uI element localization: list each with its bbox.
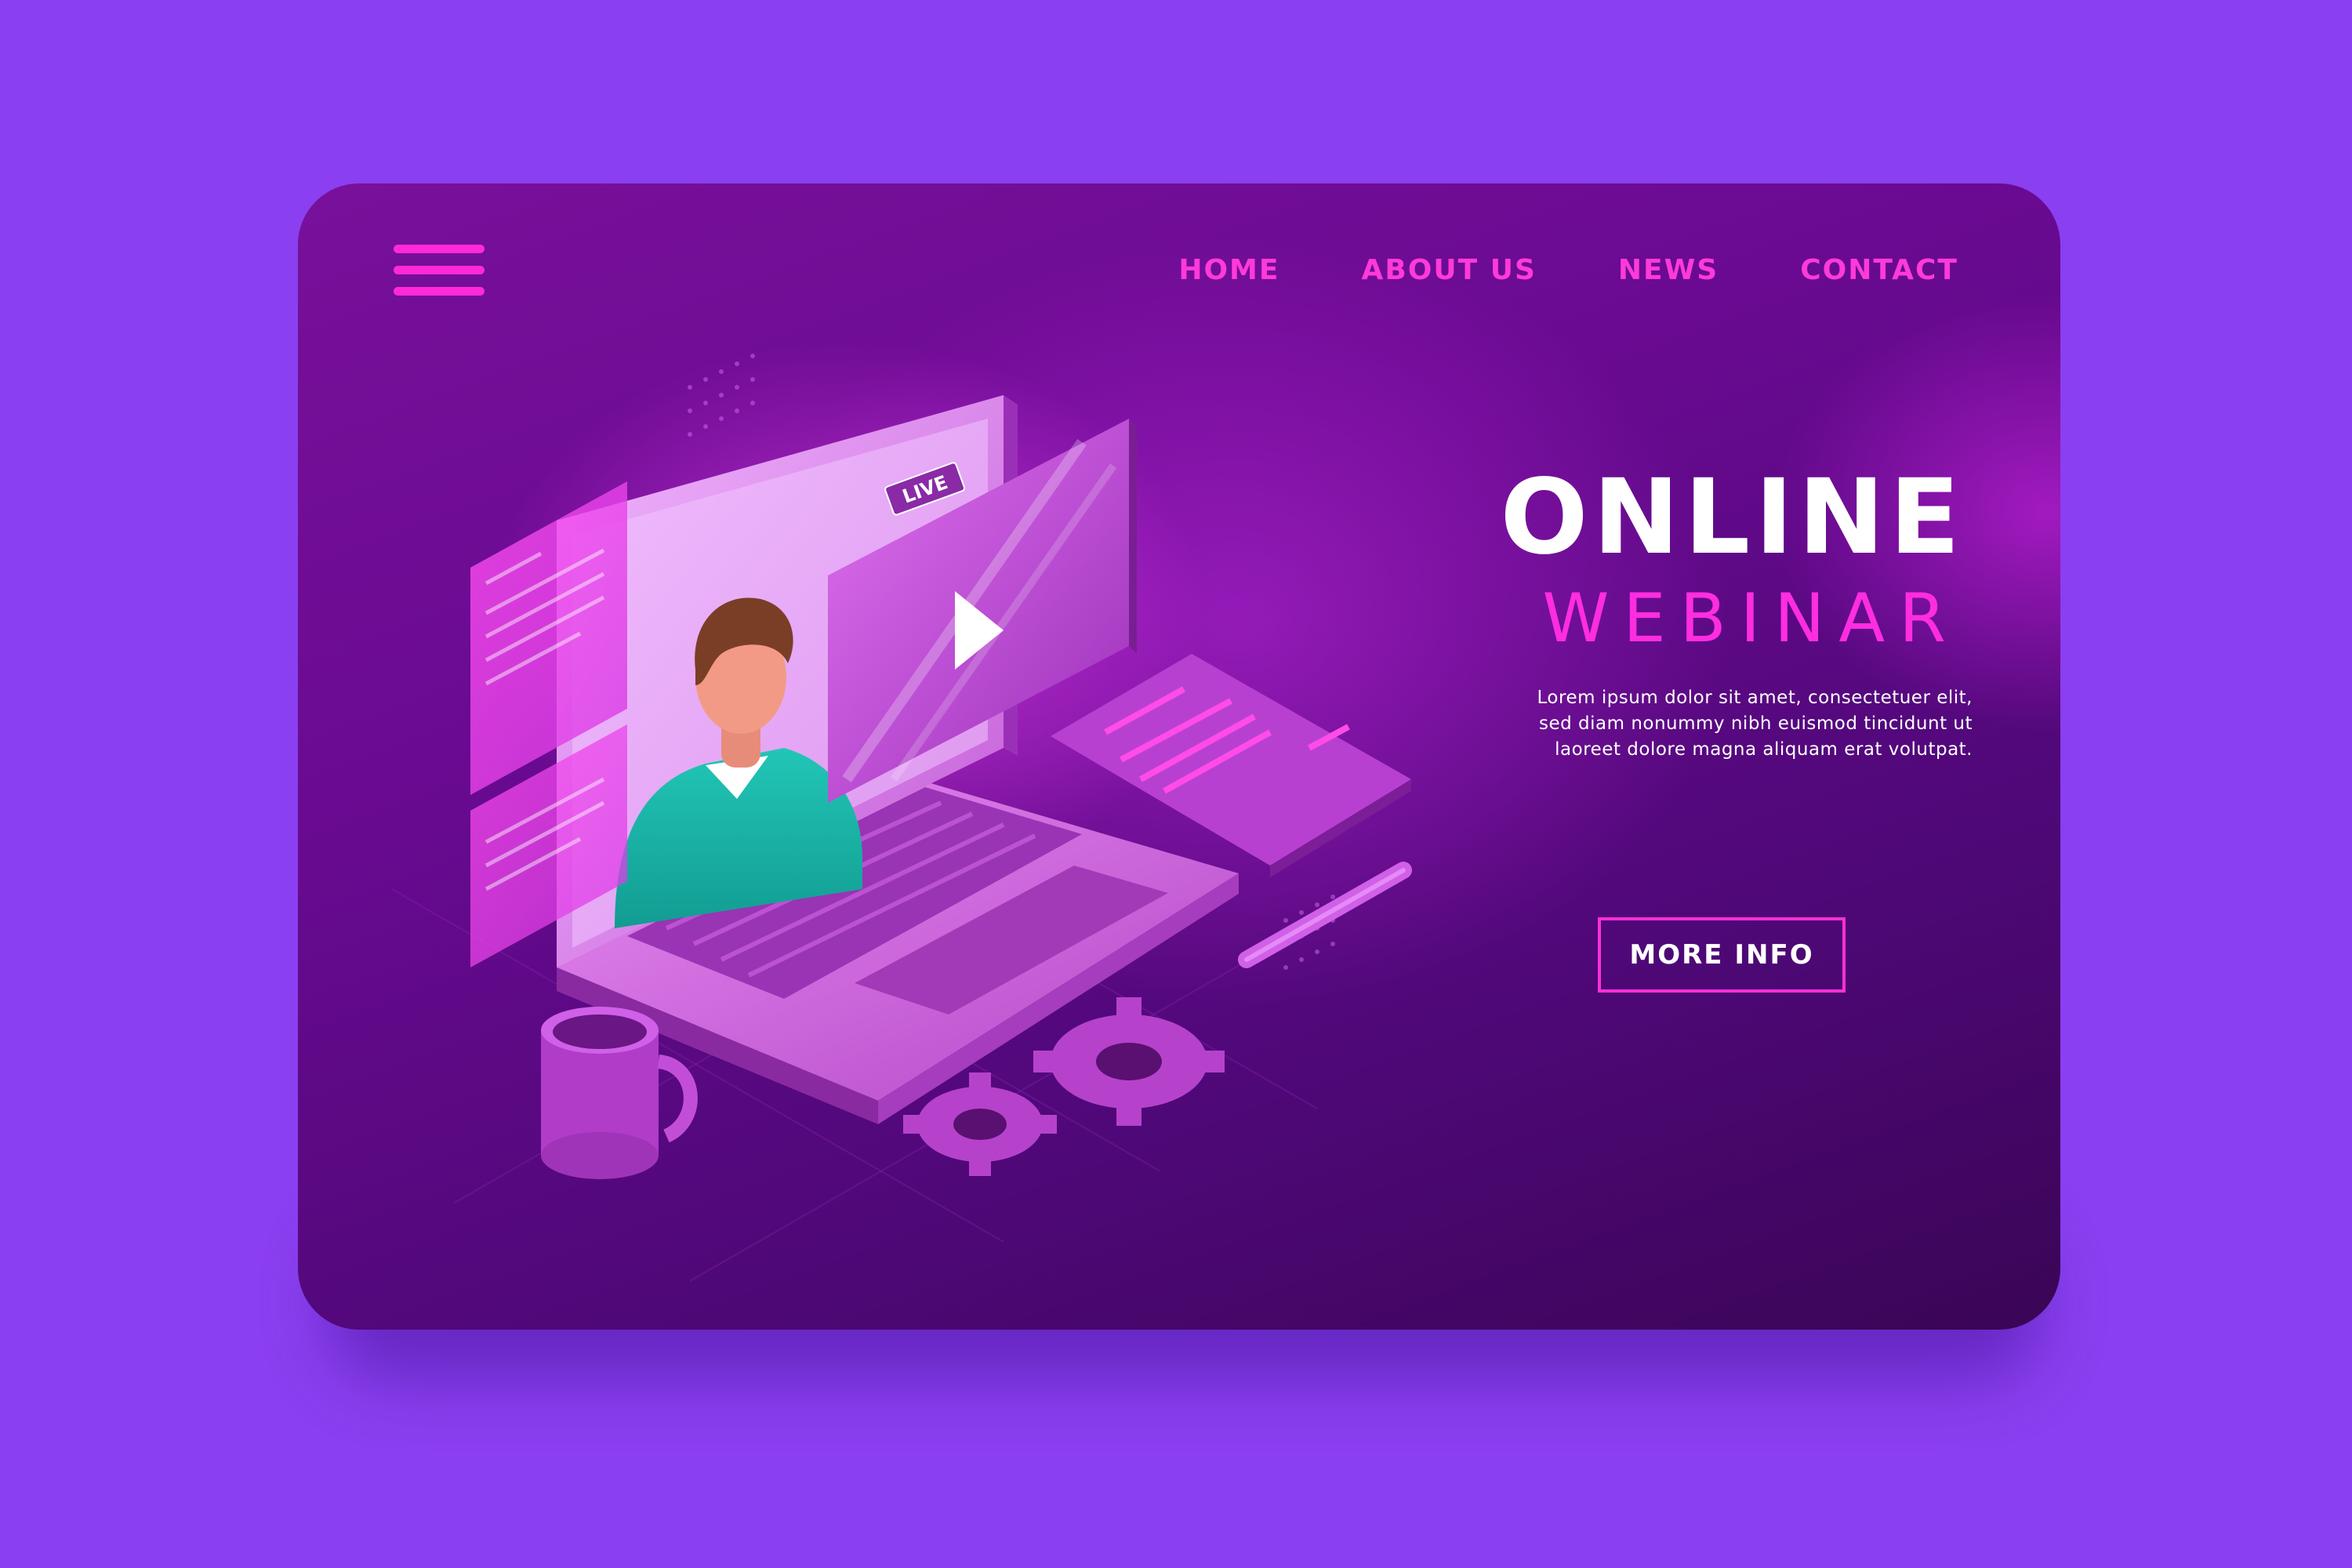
- description-line: sed diam nonummy nibh euismod tincidunt …: [1538, 713, 1973, 734]
- menu-line: [394, 287, 485, 296]
- nav-news[interactable]: NEWS: [1618, 254, 1719, 286]
- nav-home[interactable]: HOME: [1178, 254, 1279, 286]
- top-nav: HOME ABOUT US NEWS CONTACT: [1178, 254, 1958, 286]
- hero-description: Lorem ipsum dolor sit amet, consectetuer…: [1463, 685, 1973, 763]
- nav-about-us[interactable]: ABOUT US: [1361, 254, 1536, 286]
- hero-title-webinar: WEBINAR: [1542, 579, 1960, 658]
- hero-title-online: ONLINE: [1500, 457, 1965, 578]
- more-info-button[interactable]: MORE INFO: [1598, 917, 1846, 993]
- menu-line: [394, 266, 485, 274]
- menu-line: [394, 245, 485, 253]
- landing-card: LIVE HOME ABOUT US NEWS CONTACT ONLINE W…: [298, 183, 2060, 1330]
- description-line: laoreet dolore magna aliquam erat volutp…: [1555, 739, 1973, 760]
- page-background: LIVE HOME ABOUT US NEWS CONTACT ONLINE W…: [0, 0, 2352, 1568]
- pen-icon: [1238, 862, 1412, 968]
- description-line: Lorem ipsum dolor sit amet, consectetuer…: [1537, 688, 1973, 708]
- hamburger-menu-icon[interactable]: [394, 245, 485, 296]
- nav-contact[interactable]: CONTACT: [1800, 254, 1958, 286]
- webinar-illustration: LIVE: [391, 340, 1412, 1282]
